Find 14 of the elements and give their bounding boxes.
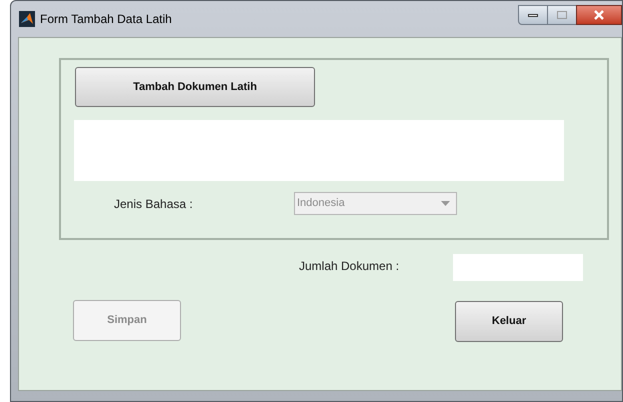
maximize-button[interactable] <box>548 5 576 25</box>
add-document-button[interactable]: Tambah Dokumen Latih <box>75 67 315 107</box>
close-button[interactable] <box>576 5 622 25</box>
exit-button[interactable]: Keluar <box>455 301 563 342</box>
minimize-icon <box>528 14 538 16</box>
maximize-icon <box>557 11 567 19</box>
window-title: Form Tambah Data Latih <box>40 11 172 28</box>
minimize-button[interactable] <box>518 5 548 25</box>
dropdown-arrow-icon <box>441 201 450 206</box>
document-count-field[interactable] <box>453 254 583 281</box>
close-icon <box>593 10 605 20</box>
document-count-label: Jumlah Dokumen : <box>299 258 400 275</box>
language-label: Jenis Bahasa : <box>114 196 194 212</box>
app-logo-icon <box>19 11 35 27</box>
